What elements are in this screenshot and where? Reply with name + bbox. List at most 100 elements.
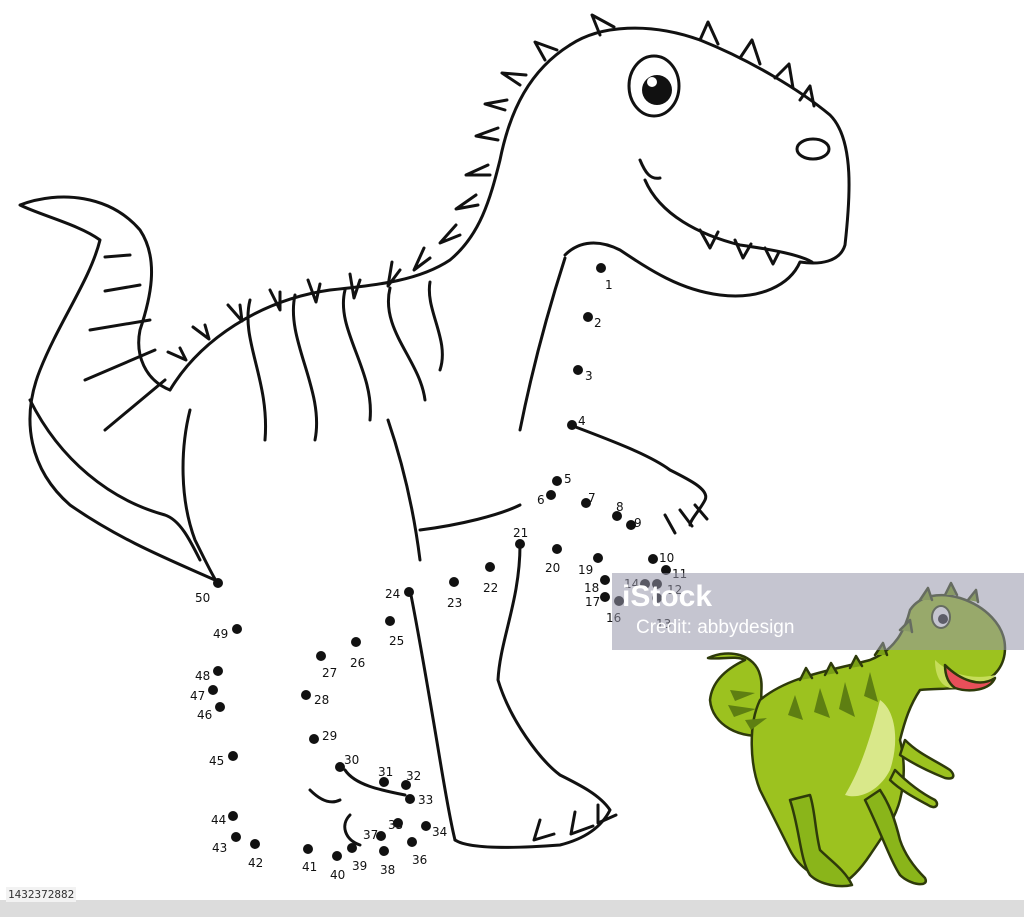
watermark-credit: Credit: abbydesign xyxy=(636,617,795,638)
dot-26 xyxy=(351,637,361,647)
dot-22 xyxy=(485,562,495,572)
dot-10 xyxy=(648,554,658,564)
dot-label-30: 30 xyxy=(344,753,359,767)
dot-label-17: 17 xyxy=(585,595,600,609)
dot-label-36: 36 xyxy=(412,853,427,867)
dot-34 xyxy=(421,821,431,831)
dot-2 xyxy=(583,312,593,322)
dot-label-2: 2 xyxy=(594,316,602,330)
dot-49 xyxy=(232,624,242,634)
dot-label-35: 35 xyxy=(388,818,403,832)
eye xyxy=(627,54,681,118)
dot-label-5: 5 xyxy=(564,472,572,486)
dot-21 xyxy=(515,539,525,549)
mouth-line xyxy=(643,178,814,264)
dot-label-1: 1 xyxy=(605,278,613,292)
dot-label-44: 44 xyxy=(211,813,226,827)
dot-23 xyxy=(449,577,459,587)
dot-25 xyxy=(385,616,395,626)
dot-label-23: 23 xyxy=(447,596,462,610)
dot-label-42: 42 xyxy=(248,856,263,870)
dot-label-6: 6 xyxy=(537,493,545,507)
dot-3 xyxy=(573,365,583,375)
dot-41 xyxy=(303,844,313,854)
dot-36 xyxy=(407,837,417,847)
dot-label-38: 38 xyxy=(380,863,395,877)
image-id-label: 1432372882 xyxy=(6,887,77,902)
dot-label-20: 20 xyxy=(545,561,560,575)
dot-48 xyxy=(213,666,223,676)
dot-47 xyxy=(208,685,218,695)
dot-46 xyxy=(215,702,225,712)
watermark-logo: iStock xyxy=(622,580,713,613)
tail-inner-outline xyxy=(28,398,202,562)
dot-label-40: 40 xyxy=(330,868,345,882)
dot-label-43: 43 xyxy=(212,841,227,855)
dot-label-4: 4 xyxy=(578,414,586,428)
dot-label-39: 39 xyxy=(352,859,367,873)
back-spikes xyxy=(166,40,559,362)
tail-outline xyxy=(18,195,217,582)
smile-line xyxy=(638,158,662,180)
dot-label-47: 47 xyxy=(190,689,205,703)
dot-28 xyxy=(301,690,311,700)
dot-label-27: 27 xyxy=(322,666,337,680)
dot-label-41: 41 xyxy=(302,860,317,874)
dot-label-48: 48 xyxy=(195,669,210,683)
tail-stripes xyxy=(83,253,167,432)
dot-5 xyxy=(552,476,562,486)
dot-label-21: 21 xyxy=(513,526,528,540)
dot-39 xyxy=(347,843,357,853)
dot-33 xyxy=(405,794,415,804)
dot-label-7: 7 xyxy=(588,491,596,505)
dot-label-18: 18 xyxy=(584,581,599,595)
dot-label-29: 29 xyxy=(322,729,337,743)
dot-4 xyxy=(567,420,577,430)
dot-label-10: 10 xyxy=(659,551,674,565)
dot-label-22: 22 xyxy=(483,581,498,595)
neck-line xyxy=(518,256,567,432)
dot-label-50: 50 xyxy=(195,591,210,605)
dot-43 xyxy=(231,832,241,842)
rear-foot-outline xyxy=(308,768,407,847)
dot-label-49: 49 xyxy=(213,627,228,641)
dot-label-46: 46 xyxy=(197,708,212,722)
hip-outline xyxy=(386,418,422,562)
belly-line xyxy=(418,503,522,532)
dot-38 xyxy=(379,846,389,856)
dot-label-34: 34 xyxy=(432,825,447,839)
dot-24 xyxy=(404,587,414,597)
dot-label-32: 32 xyxy=(406,769,421,783)
dot-29 xyxy=(309,734,319,744)
dot-label-9: 9 xyxy=(634,516,642,530)
dot-44 xyxy=(228,811,238,821)
dot-label-25: 25 xyxy=(389,634,404,648)
dot-20 xyxy=(552,544,562,554)
dot-label-33: 33 xyxy=(418,793,433,807)
dot-label-45: 45 xyxy=(209,754,224,768)
dot-19 xyxy=(593,553,603,563)
dot-label-19: 19 xyxy=(578,563,593,577)
dot-label-28: 28 xyxy=(314,693,329,707)
dot-40 xyxy=(332,851,342,861)
bottom-bar xyxy=(0,900,1024,917)
dot-17 xyxy=(600,592,610,602)
dot-label-31: 31 xyxy=(378,765,393,779)
nostril xyxy=(795,137,831,161)
dot-label-26: 26 xyxy=(350,656,365,670)
dot-27 xyxy=(316,651,326,661)
dot-label-8: 8 xyxy=(616,500,624,514)
dot-18 xyxy=(600,575,610,585)
dot-50 xyxy=(213,578,223,588)
dot-6 xyxy=(546,490,556,500)
dot-label-37: 37 xyxy=(363,828,378,842)
arm-outline xyxy=(571,424,708,527)
dot-1 xyxy=(596,263,606,273)
foot-toes xyxy=(532,803,618,842)
dot-42 xyxy=(250,839,260,849)
dot-label-24: 24 xyxy=(385,587,400,601)
color-arm xyxy=(898,738,955,780)
back-outline xyxy=(168,43,572,392)
dot-label-3: 3 xyxy=(585,369,593,383)
dot-to-dot-illustration: 1234567891011121314161718192021222324252… xyxy=(18,13,1007,888)
